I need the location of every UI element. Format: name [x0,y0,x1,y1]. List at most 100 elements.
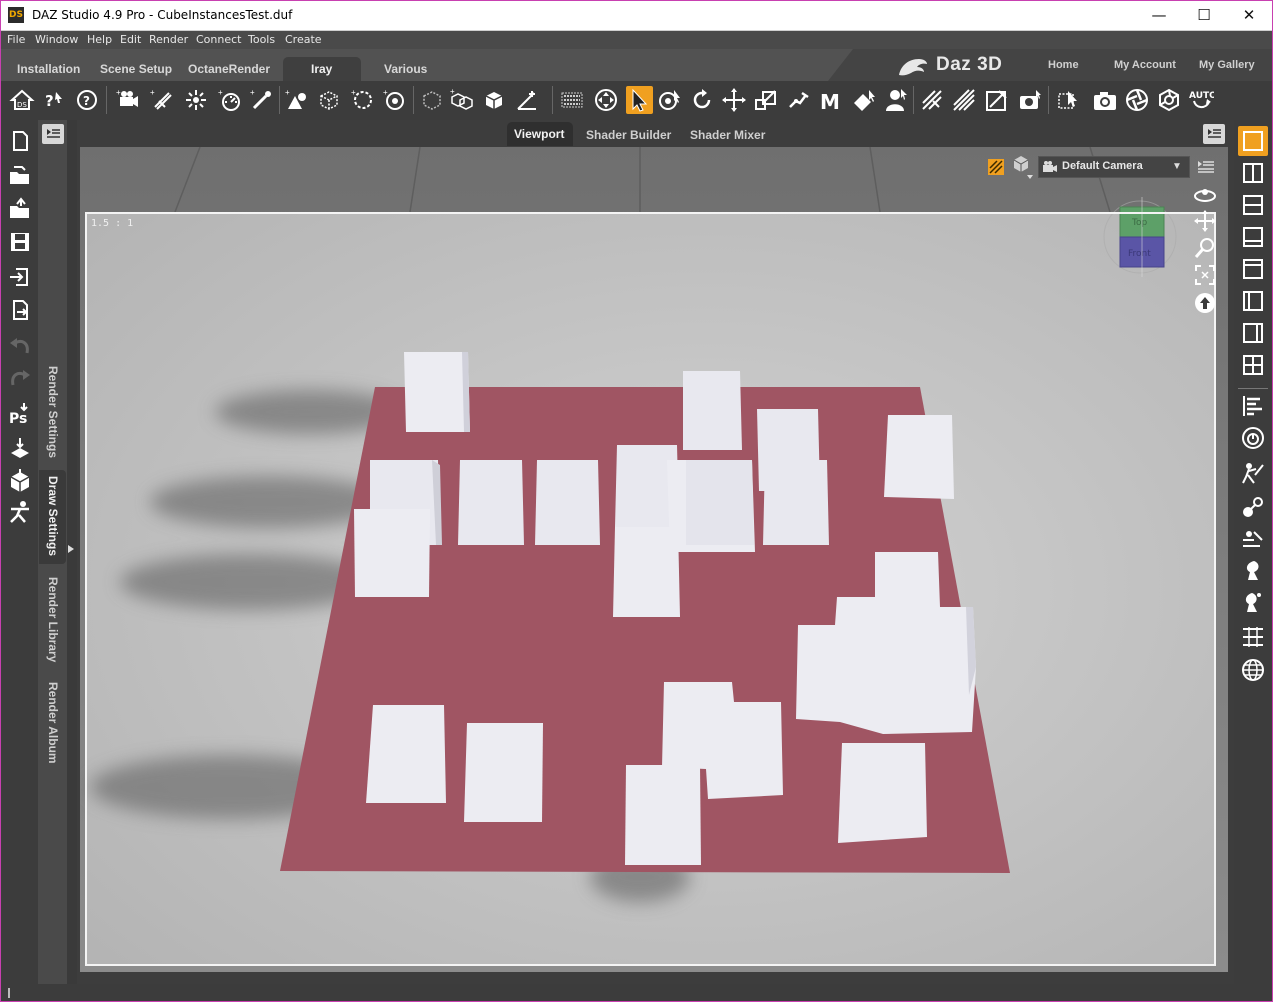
link-my-account[interactable]: My Account [1114,59,1176,71]
tab-various[interactable]: Various [384,62,427,76]
menu-file[interactable]: File [7,33,25,46]
export-icon[interactable] [7,297,33,323]
posing-figure-icon[interactable] [1240,590,1266,616]
create-primitive-icon[interactable]: + [284,87,310,113]
chevron-down-icon[interactable]: ▼ [1168,159,1186,175]
layout-right-split-icon[interactable] [1240,320,1266,346]
photoshop-bridge-icon[interactable]: Ps [7,401,33,427]
rotate-tool-icon[interactable] [689,87,715,113]
node-weight-icon[interactable] [1240,494,1266,520]
new-scene-icon[interactable] [7,128,33,154]
merge-file-icon[interactable] [7,196,33,222]
sidetab-draw-settings[interactable]: Draw Settings [41,476,65,556]
translate-tool-icon[interactable] [721,87,747,113]
tab-shader-builder[interactable]: Shader Builder [586,128,671,142]
hair-tool-icon[interactable] [951,87,977,113]
layout-quad-icon[interactable] [1240,352,1266,378]
import-icon[interactable] [7,264,33,290]
node-selection-icon[interactable] [559,87,585,113]
property-hierarchy-icon[interactable] [1240,526,1266,552]
figure-pose-icon[interactable] [7,499,33,525]
edit-plane-icon[interactable] [984,87,1010,113]
environment-panel-icon[interactable] [1240,425,1266,451]
universal-tool-icon[interactable] [593,87,619,113]
sidetab-render-library[interactable]: Render Library [41,577,65,662]
menu-connect[interactable]: Connect [196,33,241,46]
create-spot-light-icon[interactable]: + [149,87,175,113]
menu-create[interactable]: Create [285,33,322,46]
close-button[interactable]: ✕ [1226,0,1272,30]
tab-installation[interactable]: Installation [17,62,80,76]
create-linear-point-light-icon[interactable]: + [249,87,275,113]
create-null-icon[interactable] [316,87,342,113]
redo-icon[interactable] [7,365,33,391]
spot-render-tool-icon[interactable] [1056,87,1082,113]
pose-tools-icon[interactable] [1240,461,1266,487]
tab-shader-mixer[interactable]: Shader Mixer [690,128,765,142]
create-null-node-icon[interactable] [419,87,445,113]
create-group-icon[interactable]: + [350,87,376,113]
draw-style-icon[interactable] [987,158,1005,176]
region-navigator-icon[interactable] [657,87,683,113]
shaping-icon[interactable] [1240,558,1266,584]
tab-viewport[interactable]: Viewport [514,127,564,141]
menu-window[interactable]: Window [35,33,78,46]
viewport-options-menu-icon[interactable] [1196,158,1216,176]
render-icon[interactable] [1092,87,1118,113]
create-distant-light-icon[interactable]: + [217,87,243,113]
joint-editor-icon[interactable] [786,87,812,113]
menu-render[interactable]: Render [149,33,188,46]
active-pose-icon[interactable] [883,87,909,113]
pan-camera-icon[interactable] [1193,209,1217,233]
open-file-icon[interactable] [7,163,33,189]
orbit-camera-icon[interactable] [1193,184,1217,206]
frame-selection-icon[interactable] [1193,263,1217,287]
camera-spot-icon[interactable] [1017,87,1043,113]
daz-logo[interactable]: Daz 3D [936,54,1002,76]
tube-tool-icon[interactable] [919,87,945,113]
view-cube-options-icon[interactable] [1011,154,1035,180]
send-to-bridge-icon[interactable] [7,436,33,462]
sidetab-render-album[interactable]: Render Album [41,682,65,764]
viewport-panel-menu-button[interactable] [1203,124,1225,144]
panel-menu-button[interactable] [42,124,64,144]
align-panel-icon[interactable] [1240,393,1266,419]
reset-camera-icon[interactable] [1193,291,1217,315]
iray-aperture-icon[interactable] [1124,87,1150,113]
create-instance-icon[interactable]: + [382,87,408,113]
zoom-camera-icon[interactable] [1193,236,1217,260]
expand-arrow-icon[interactable] [68,545,74,553]
tab-octanerender[interactable]: OctaneRender [188,62,270,76]
tab-scene-setup[interactable]: Scene Setup [100,62,172,76]
link-my-gallery[interactable]: My Gallery [1199,59,1255,71]
layout-left-split-icon[interactable] [1240,288,1266,314]
iray-preview-icon[interactable] [1156,87,1182,113]
menu-help[interactable]: Help [87,33,112,46]
undo-icon[interactable] [7,333,33,359]
create-point-light-icon[interactable] [183,87,209,113]
globe-icon[interactable] [1240,657,1266,683]
resize-grip[interactable] [8,988,10,998]
layout-horizontal-split-icon[interactable] [1240,192,1266,218]
tab-iray[interactable]: Iray [311,62,332,76]
layout-vertical-split-icon[interactable] [1240,160,1266,186]
minimize-button[interactable]: — [1136,0,1182,30]
scale-tool-icon[interactable] [753,87,779,113]
layout-single-icon[interactable] [1240,128,1266,154]
help-icon[interactable]: ? [74,87,100,113]
geometry-editor-icon[interactable] [851,87,877,113]
link-home[interactable]: Home [1048,59,1079,71]
surface-selection-icon[interactable]: M [818,87,844,114]
maximize-button[interactable]: ☐ [1181,0,1227,30]
layout-bottom-split-icon[interactable] [1240,224,1266,250]
menu-tools[interactable]: Tools [248,33,275,46]
daz-home-icon[interactable]: DS [9,87,35,113]
whats-this-icon[interactable]: ? [41,87,67,113]
hexagon-bridge-icon[interactable] [7,468,33,494]
pointer-tool-icon[interactable] [626,87,652,113]
auto-render-icon[interactable]: AUTO [1188,87,1217,113]
create-instance-group-icon[interactable] [481,87,507,113]
create-measurement-icon[interactable] [514,87,540,113]
create-camera-icon[interactable]: + [115,87,141,113]
sidetab-render-settings[interactable]: Render Settings [41,366,65,458]
